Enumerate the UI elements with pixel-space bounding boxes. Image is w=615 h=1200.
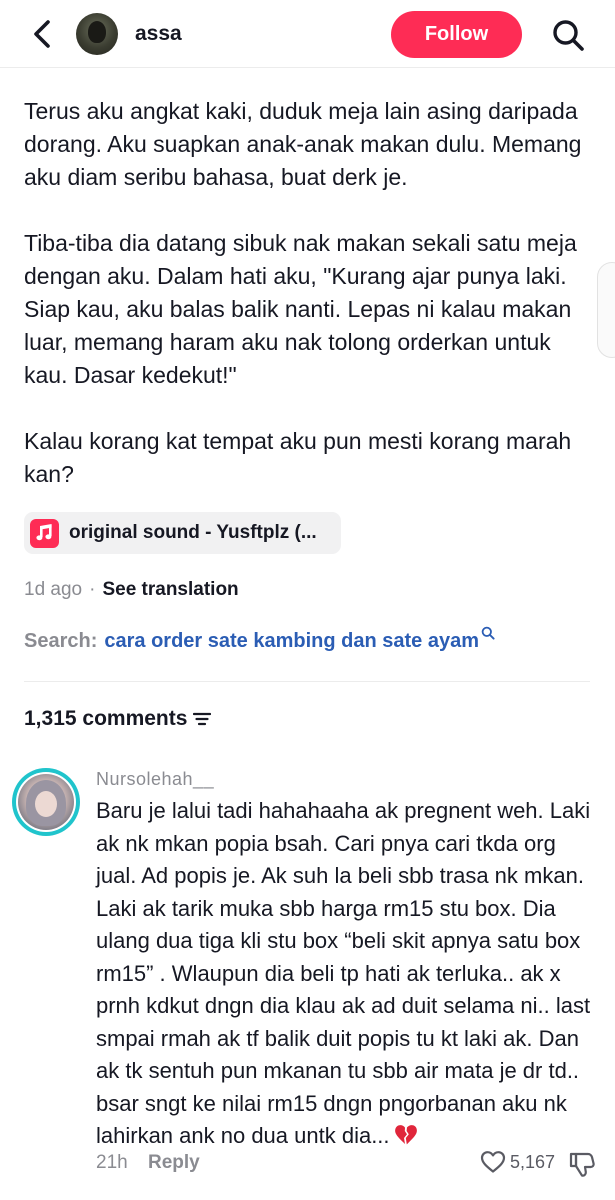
dislike-button[interactable] [568,1150,596,1184]
see-translation-link[interactable]: See translation [102,579,238,601]
search-label: Search: [24,630,98,652]
search-suggestion[interactable]: Search: cara order sate kambing dan sate… [24,626,495,653]
side-panel-handle[interactable] [597,262,615,358]
caption-paragraph: Kalau korang kat tempat aku pun mesti ko… [24,428,572,487]
comments-header: 1,315 comments [24,707,212,731]
author-username[interactable]: assa [135,22,182,46]
post-meta: 1d ago · See translation [24,579,239,601]
comment-footer: 21h Reply 5,167 [96,1150,601,1177]
filter-icon[interactable] [193,712,212,726]
commenter-avatar[interactable] [12,768,80,836]
follow-button[interactable]: Follow [391,11,522,58]
comments-count: 1,315 comments [24,707,188,730]
back-button[interactable] [26,16,58,52]
meta-separator: · [89,579,96,600]
section-divider [24,681,590,682]
reply-button[interactable]: Reply [148,1152,200,1174]
like-count: 5,167 [510,1151,556,1172]
search-query-link[interactable]: cara order sate kambing dan sate ayam [104,630,479,653]
search-small-icon [481,626,495,640]
sound-chip[interactable]: original sound - Yusftplz (... [24,512,341,554]
commenter-username[interactable]: Nursolehah__ [96,769,214,790]
caption-paragraph: Terus aku angkat kaki, duduk meja lain a… [24,98,582,190]
comment-time: 21h [96,1152,128,1173]
music-note-icon [30,518,59,548]
heart-icon [480,1151,506,1173]
sound-label: original sound - Yusftplz (... [69,522,317,543]
author-avatar[interactable] [76,13,118,55]
top-bar: assa Follow [0,0,615,68]
like-button[interactable]: 5,167 [480,1150,555,1174]
search-button[interactable] [550,17,586,53]
comment-body: Baru je lalui tadi hahahaaha ak pregnent… [96,798,591,1148]
search-icon [553,20,584,51]
back-arrow-icon [34,20,50,48]
caption-paragraph: Tiba-tiba dia datang sibuk nak makan sek… [24,230,577,388]
comment-text: Baru je lalui tadi hahahaaha ak pregnent… [96,795,591,1153]
broken-heart-icon [394,1125,417,1145]
post-time: 1d ago [24,579,83,600]
post-caption: Terus aku angkat kaki, duduk meja lain a… [24,95,594,491]
dislike-icon [569,1152,595,1177]
